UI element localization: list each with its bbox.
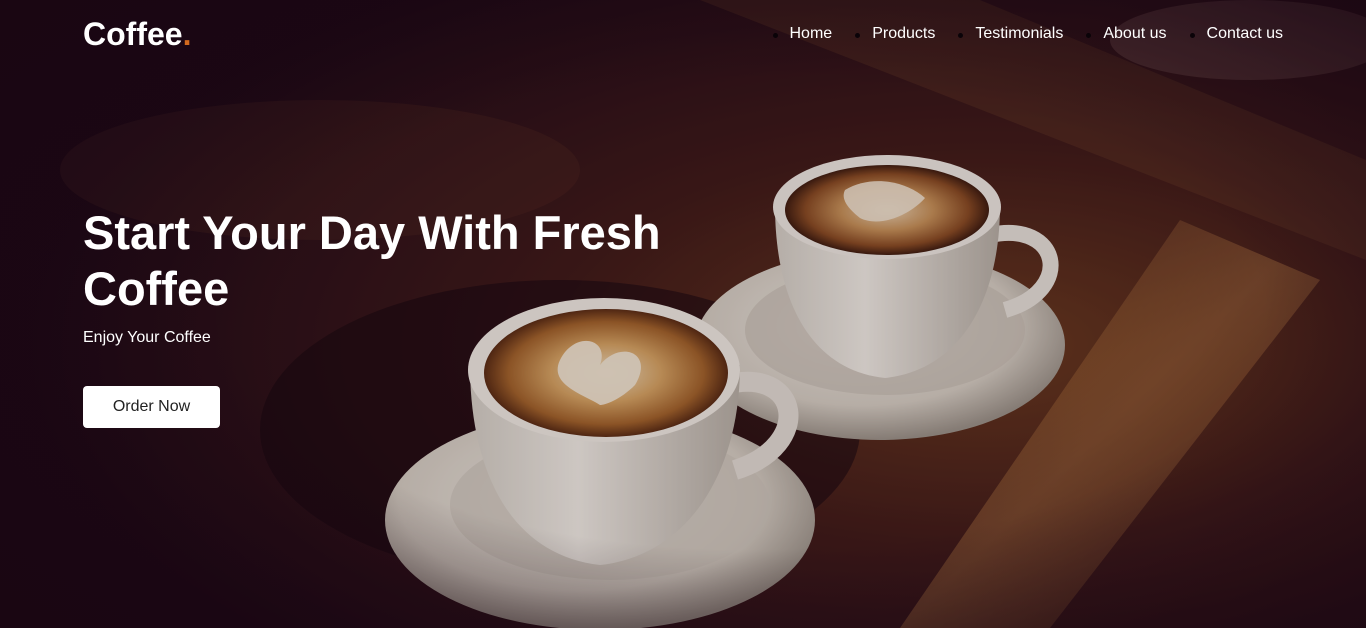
top-navigation-bar: Coffee. Home Products Testimonials About… xyxy=(0,0,1366,70)
brand-logo[interactable]: Coffee. xyxy=(83,14,191,54)
brand-name: Coffee xyxy=(83,16,183,52)
bullet-icon xyxy=(772,32,778,38)
nav-item-testimonials: Testimonials xyxy=(958,22,1063,46)
bullet-icon xyxy=(1086,32,1092,38)
brand-dot: . xyxy=(182,16,192,52)
nav-item-home: Home xyxy=(772,22,833,46)
main-nav: Home Products Testimonials About us Cont… xyxy=(750,22,1283,46)
hero-section: Coffee. Home Products Testimonials About… xyxy=(0,0,1366,628)
hero-title: Start Your Day With Fresh Coffee xyxy=(83,206,661,315)
nav-link-products[interactable]: Products xyxy=(872,22,935,46)
order-now-button[interactable]: Order Now xyxy=(83,386,220,428)
nav-link-testimonials[interactable]: Testimonials xyxy=(975,22,1063,46)
nav-item-about: About us xyxy=(1086,22,1167,46)
nav-item-contact: Contact us xyxy=(1189,22,1283,46)
bullet-icon xyxy=(855,32,861,38)
nav-link-contact-us[interactable]: Contact us xyxy=(1207,22,1283,46)
bullet-icon xyxy=(958,32,964,38)
bullet-icon xyxy=(1189,32,1195,38)
hero-subtitle: Enjoy Your Coffee xyxy=(83,329,211,346)
nav-link-about-us[interactable]: About us xyxy=(1103,22,1166,46)
nav-item-products: Products xyxy=(855,22,935,46)
nav-link-home[interactable]: Home xyxy=(790,22,833,46)
